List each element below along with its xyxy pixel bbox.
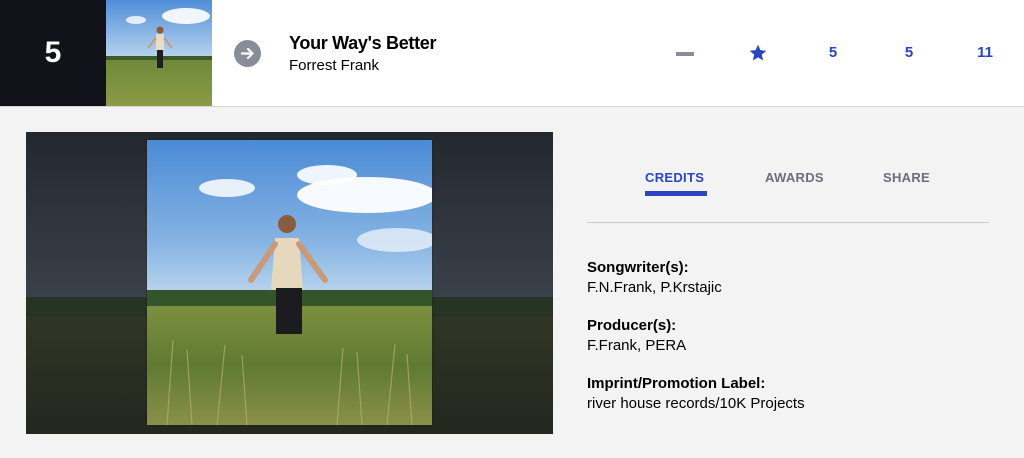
tab-credits[interactable]: CREDITS xyxy=(645,170,704,185)
last-week-dash-icon xyxy=(676,52,694,56)
chart-row[interactable]: 5 Your Way's Better Forrest Frank 5 5 11 xyxy=(0,0,1024,107)
rank-number: 5 xyxy=(44,36,62,69)
credit-label: Songwriter(s): xyxy=(587,259,689,276)
chart-page: 5 Your Way's Better Forrest Frank 5 5 11… xyxy=(0,0,1024,458)
song-title[interactable]: Your Way's Better xyxy=(289,33,437,54)
credit-value: river house records/10K Projects xyxy=(587,395,805,412)
stat-debut-position: 5 xyxy=(904,44,914,61)
peak-star-icon xyxy=(748,43,768,68)
album-cover-image xyxy=(147,140,432,425)
active-tab-indicator xyxy=(645,191,707,196)
credit-value: F.Frank, PERA xyxy=(587,337,687,354)
rank-box: 5 xyxy=(0,0,106,106)
credit-songwriters: Songwriter(s): F.N.Frank, P.Krstajic xyxy=(587,259,722,296)
credit-value: F.N.Frank, P.Krstajic xyxy=(587,279,722,296)
expand-arrow-icon[interactable] xyxy=(234,40,261,67)
detail-tabs: CREDITS AWARDS SHARE xyxy=(587,160,989,223)
stat-peak-position: 5 xyxy=(828,44,838,61)
artist-name[interactable]: Forrest Frank xyxy=(289,57,379,74)
credit-imprint-label: Imprint/Promotion Label: river house rec… xyxy=(587,375,805,412)
tab-awards[interactable]: AWARDS xyxy=(765,170,824,185)
album-art-panel xyxy=(26,132,553,434)
stat-weeks-on-chart: 11 xyxy=(977,44,993,61)
credit-producers: Producer(s): F.Frank, PERA xyxy=(587,317,686,354)
album-art-thumbnail xyxy=(106,0,212,106)
credit-label: Imprint/Promotion Label: xyxy=(587,375,766,392)
credit-label: Producer(s): xyxy=(587,317,677,334)
tab-share[interactable]: SHARE xyxy=(883,170,930,185)
